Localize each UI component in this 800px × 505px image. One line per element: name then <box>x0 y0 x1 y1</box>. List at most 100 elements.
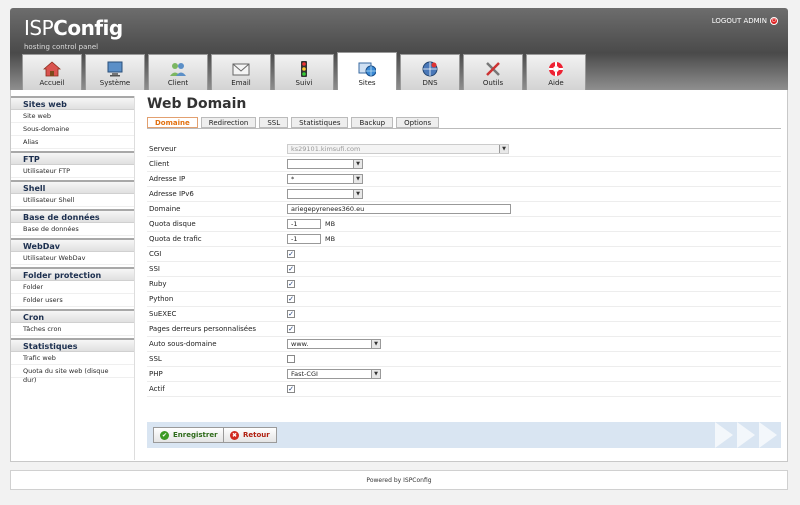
logout-link[interactable]: LOGOUT ADMIN ⏻ <box>712 17 778 25</box>
sidebar-section-cron: Cron Tâches cron <box>11 309 135 336</box>
auto-sous-domaine-select[interactable]: www. ▼ <box>287 339 381 349</box>
button-bar: ✔ Enregistrer ✖ Retour <box>147 422 781 448</box>
sidebar-item-folder-users[interactable]: Folder users <box>11 294 135 307</box>
footer-prefix: Powered by <box>366 477 404 484</box>
adresse-ip-value: * <box>291 175 295 183</box>
sidebar-item-site-web[interactable]: Site web <box>11 110 135 123</box>
tab-suivi[interactable]: Suivi <box>274 54 334 90</box>
form-row-python: Python ✓ <box>147 292 781 307</box>
php-value: Fast-CGI <box>291 370 318 378</box>
form-row-ruby: Ruby ✓ <box>147 277 781 292</box>
sidebar-section-ftp: FTP Utilisateur FTP <box>11 151 135 178</box>
sidebar-item-sous-domaine[interactable]: Sous-domaine <box>11 123 135 136</box>
subtab-redirection[interactable]: Redirection <box>200 117 257 128</box>
chevron-down-icon: ▼ <box>353 160 362 168</box>
tools-icon <box>484 61 502 77</box>
footer-brand-link[interactable]: ISPConfig <box>403 477 431 484</box>
tab-aide[interactable]: Aide <box>526 54 586 90</box>
quota-disque-input[interactable]: -1 <box>287 219 321 229</box>
sidebar-heading: Sites web <box>11 96 135 110</box>
subtabs: Domaine Redirection SSL Statistiques Bac… <box>147 117 781 129</box>
tab-email[interactable]: Email <box>211 54 271 90</box>
label-ssl: SSL <box>149 355 162 363</box>
form-row-actif: Actif ✓ <box>147 382 781 397</box>
form-row-serveur: Serveur ks29101.kimsufi.com ▼ <box>147 142 781 157</box>
form-row-quota-disque: Quota disque -1 MB <box>147 217 781 232</box>
tagline: hosting control panel <box>24 43 99 51</box>
label-quota-disque: Quota disque <box>149 220 196 228</box>
subtab-options[interactable]: Options <box>396 117 440 128</box>
form-row-quota-trafic: Quota de trafic -1 MB <box>147 232 781 247</box>
subtab-statistiques[interactable]: Statistiques <box>291 117 349 128</box>
sidebar-section-statistiques: Statistiques Trafic web Quota du site we… <box>11 338 135 384</box>
save-label: Enregistrer <box>173 431 218 439</box>
subtab-domaine[interactable]: Domaine <box>147 117 198 128</box>
tab-dns[interactable]: DNS <box>400 54 460 90</box>
sidebar-item-utilisateur-webdav[interactable]: Utilisateur WebDav <box>11 252 135 265</box>
chevron-down-icon: ▼ <box>353 190 362 198</box>
sidebar-item-alias[interactable]: Alias <box>11 136 135 149</box>
back-button[interactable]: ✖ Retour <box>223 427 277 443</box>
sites-icon <box>358 61 376 77</box>
subtab-backup[interactable]: Backup <box>351 117 394 128</box>
tab-outils[interactable]: Outils <box>463 54 523 90</box>
sidebar-item-trafic-web[interactable]: Trafic web <box>11 352 135 365</box>
domaine-input[interactable]: ariegepyrenees360.eu <box>287 204 511 214</box>
sidebar-item-folder[interactable]: Folder <box>11 281 135 294</box>
traffic-light-icon <box>295 61 313 77</box>
sidebar: Sites web Site web Sous-domaine Alias FT… <box>11 96 135 384</box>
sidebar-divider <box>134 96 135 460</box>
check-icon: ✔ <box>160 430 169 440</box>
pages-erreurs-checkbox[interactable]: ✓ <box>287 325 295 333</box>
dns-icon <box>421 61 439 77</box>
sidebar-heading: WebDav <box>11 238 135 252</box>
sidebar-item-utilisateur-shell[interactable]: Utilisateur Shell <box>11 194 135 207</box>
form-row-adresse-ip: Adresse IP * ▼ <box>147 172 781 187</box>
ssi-checkbox[interactable]: ✓ <box>287 265 295 273</box>
form-row-cgi: CGI ✓ <box>147 247 781 262</box>
label-adresse-ipv6: Adresse IPv6 <box>149 190 194 198</box>
label-actif: Actif <box>149 385 165 393</box>
sidebar-item-utilisateur-ftp[interactable]: Utilisateur FTP <box>11 165 135 178</box>
logo: ISPConfig <box>24 16 123 40</box>
actif-checkbox[interactable]: ✓ <box>287 385 295 393</box>
python-checkbox[interactable]: ✓ <box>287 295 295 303</box>
sidebar-item-quota-site-web[interactable]: Quota du site web (disque dur) <box>11 365 135 384</box>
label-ruby: Ruby <box>149 280 167 288</box>
ssl-checkbox[interactable] <box>287 355 295 363</box>
client-select[interactable]: ▼ <box>287 159 363 169</box>
label-php: PHP <box>149 370 163 378</box>
adresse-ip-select[interactable]: * ▼ <box>287 174 363 184</box>
php-select[interactable]: Fast-CGI ▼ <box>287 369 381 379</box>
suexec-checkbox[interactable]: ✓ <box>287 310 295 318</box>
sidebar-heading: Statistiques <box>11 338 135 352</box>
tab-systeme[interactable]: Système <box>85 54 145 90</box>
main-panel: Sites web Site web Sous-domaine Alias FT… <box>10 90 788 462</box>
sidebar-item-taches-cron[interactable]: Tâches cron <box>11 323 135 336</box>
chevron-decoration <box>737 422 755 448</box>
sidebar-section-webdav: WebDav Utilisateur WebDav <box>11 238 135 265</box>
sidebar-heading: Shell <box>11 180 135 194</box>
cgi-checkbox[interactable]: ✓ <box>287 250 295 258</box>
tab-sites[interactable]: Sites <box>337 52 397 90</box>
adresse-ipv6-select[interactable]: ▼ <box>287 189 363 199</box>
quota-trafic-input[interactable]: -1 <box>287 234 321 244</box>
label-auto-sous-domaine: Auto sous-domaine <box>149 340 217 348</box>
save-button[interactable]: ✔ Enregistrer <box>153 427 225 443</box>
logout-label: LOGOUT ADMIN <box>711 17 767 25</box>
ruby-checkbox[interactable]: ✓ <box>287 280 295 288</box>
sidebar-heading: FTP <box>11 151 135 165</box>
form-row-ssl: SSL <box>147 352 781 367</box>
chevron-decoration <box>759 422 777 448</box>
tab-accueil[interactable]: Accueil <box>22 54 82 90</box>
subtab-ssl[interactable]: SSL <box>259 117 289 128</box>
label-domaine: Domaine <box>149 205 181 213</box>
users-icon <box>169 61 187 77</box>
web-domain-form: Serveur ks29101.kimsufi.com ▼ Client ▼ Ad… <box>147 142 781 397</box>
label-serveur: Serveur <box>149 145 177 153</box>
chevron-down-icon: ▼ <box>371 370 380 378</box>
serveur-select[interactable]: ks29101.kimsufi.com ▼ <box>287 144 509 154</box>
sidebar-item-base-de-donnees[interactable]: Base de données <box>11 223 135 236</box>
form-row-ssi: SSI ✓ <box>147 262 781 277</box>
tab-client[interactable]: Client <box>148 54 208 90</box>
